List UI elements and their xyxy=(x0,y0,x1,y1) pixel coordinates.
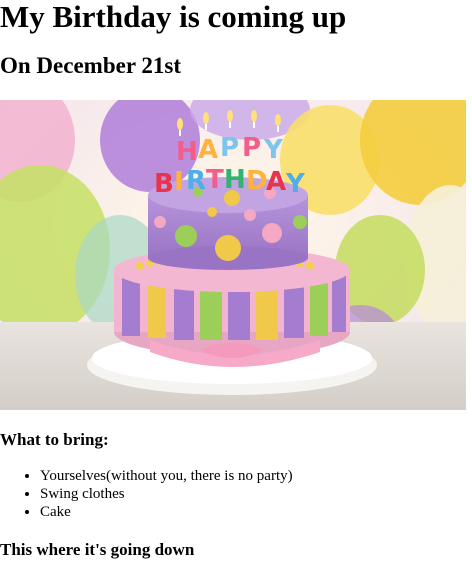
svg-text:P: P xyxy=(220,133,239,163)
svg-text:D: D xyxy=(246,166,268,196)
svg-text:Y: Y xyxy=(263,135,284,165)
svg-text:P: P xyxy=(242,133,261,163)
svg-text:A: A xyxy=(198,135,218,165)
svg-text:R: R xyxy=(186,166,206,196)
svg-text:H: H xyxy=(224,165,246,195)
list-item: Swing clothes xyxy=(40,485,464,503)
location-heading: This where it's going down xyxy=(0,540,195,559)
svg-text:B: B xyxy=(154,169,174,199)
svg-text:H: H xyxy=(176,137,198,167)
list-item: Cake xyxy=(40,503,464,521)
page-subtitle: On December 21st xyxy=(0,53,181,78)
birthday-cake-image: H A P P Y B I R T H D A Y xyxy=(0,100,466,410)
svg-text:T: T xyxy=(206,165,224,195)
svg-text:A: A xyxy=(266,167,286,197)
what-to-bring-heading: What to bring: xyxy=(0,430,109,449)
page-title: My Birthday is coming up xyxy=(0,0,347,34)
list-item: Yourselves(without you, there is no part… xyxy=(40,467,464,485)
svg-text:I: I xyxy=(174,167,184,197)
svg-text:Y: Y xyxy=(285,169,306,199)
bring-list: Yourselves(without you, there is no part… xyxy=(0,467,464,521)
